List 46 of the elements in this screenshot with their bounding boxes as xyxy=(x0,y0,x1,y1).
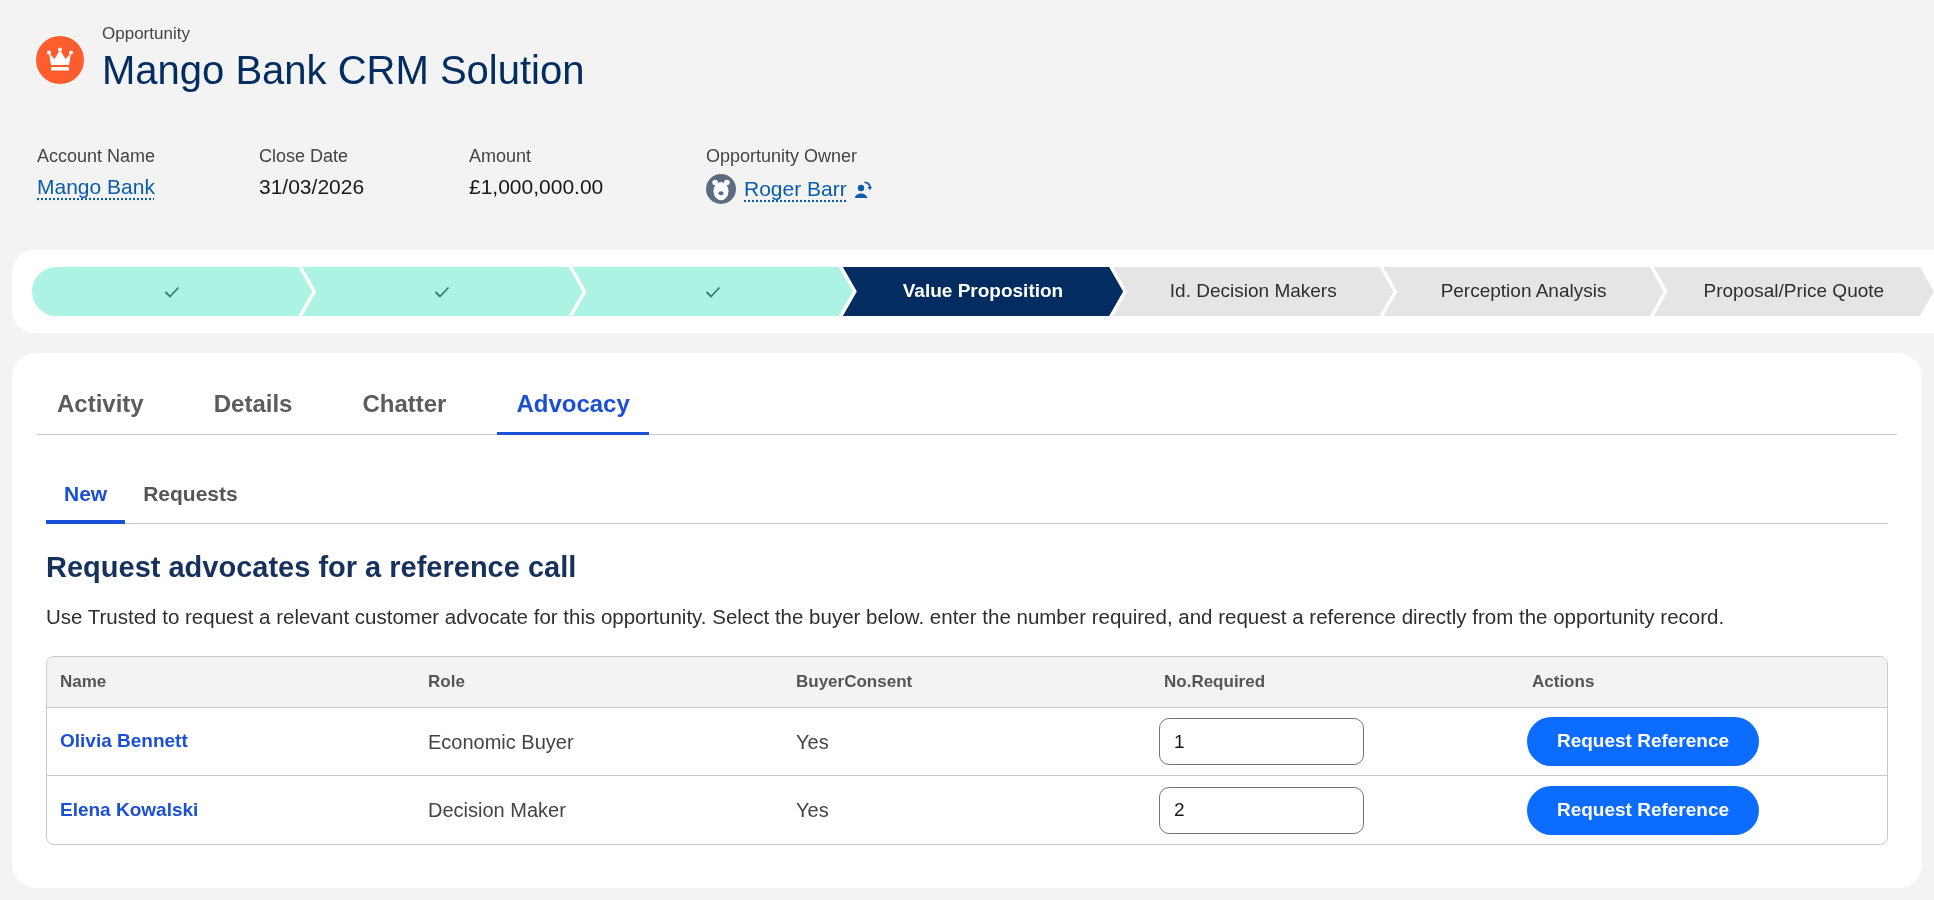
role-text: Economic Buyer xyxy=(428,729,574,755)
check-icon xyxy=(704,285,721,298)
column-header: Role xyxy=(428,671,465,694)
path-step[interactable]: Value Proposition xyxy=(842,267,1124,316)
owner-link[interactable]: Roger Barr xyxy=(744,176,847,202)
field-label: Amount xyxy=(469,145,533,167)
user-switch-icon[interactable] xyxy=(854,180,872,198)
record-title: Mango Bank CRM Solution xyxy=(102,47,585,94)
consent-text: Yes xyxy=(796,729,829,755)
path-step[interactable]: Proposal/Price Quote xyxy=(1653,267,1934,316)
section-description: Use Trusted to request a relevant customer advocate for this opportunity. Select the buyer below. enter the number required, and request a reference directly from the opportunity record. xyxy=(46,604,1726,630)
request-reference-button[interactable]: Request Reference xyxy=(1527,785,1759,835)
contact-name-link[interactable]: Olivia Bennett xyxy=(60,727,188,756)
check-icon xyxy=(164,285,181,298)
request-reference-button[interactable]: Request Reference xyxy=(1527,717,1759,766)
path-step[interactable] xyxy=(572,267,853,316)
crown-icon xyxy=(36,36,84,84)
record-tab[interactable]: Chatter xyxy=(343,375,466,435)
user-avatar-icon xyxy=(706,174,736,204)
record-tab[interactable]: Details xyxy=(194,375,312,435)
role-text: Decision Maker xyxy=(428,798,566,823)
sub-tab[interactable]: New xyxy=(46,468,126,524)
object-type-label: Opportunity xyxy=(102,23,191,45)
column-header: Actions xyxy=(1532,671,1595,694)
sub-tab[interactable]: Requests xyxy=(125,468,256,524)
column-header: BuyerConsent xyxy=(796,671,913,694)
check-icon xyxy=(434,285,451,298)
field-label: Close Date xyxy=(259,145,350,167)
field-value: £1,000,000.00 xyxy=(469,174,605,200)
record-tab[interactable]: Advocacy xyxy=(497,375,649,435)
record-tab[interactable]: Activity xyxy=(38,375,163,435)
account-link[interactable]: Mango Bank xyxy=(37,174,259,200)
path-step[interactable]: Perception Analysis xyxy=(1383,267,1664,316)
section-heading: Request advocates for a reference call xyxy=(46,550,578,584)
consent-text: Yes xyxy=(796,798,829,823)
required-count-input[interactable]: 1 xyxy=(1159,718,1364,765)
path-step[interactable]: Id. Decision Makers xyxy=(1113,267,1394,316)
path-step[interactable] xyxy=(302,267,583,316)
field-value: 31/03/2026 xyxy=(259,174,366,200)
field-label: Opportunity Owner xyxy=(706,145,859,167)
field-label: Account Name xyxy=(37,145,157,167)
path-step[interactable] xyxy=(32,267,313,316)
column-header: Name xyxy=(60,671,107,694)
contact-name-link[interactable]: Elena Kowalski xyxy=(60,795,199,825)
required-count-input[interactable]: 2 xyxy=(1159,786,1364,834)
column-header: No.Required xyxy=(1164,671,1266,694)
